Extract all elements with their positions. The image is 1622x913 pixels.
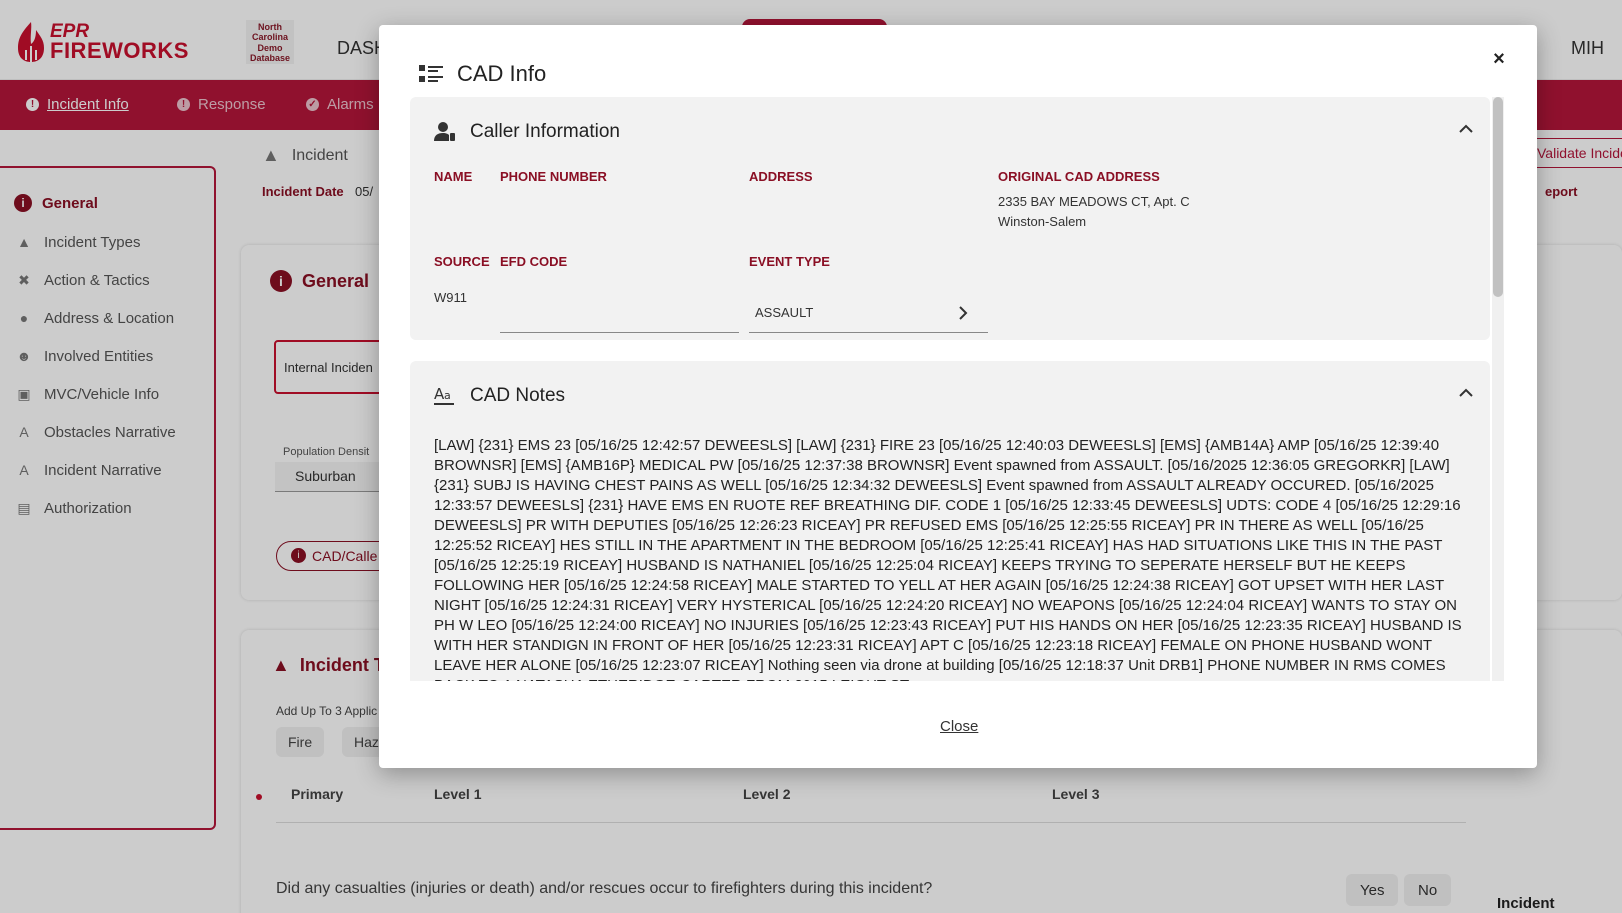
modal-scroll-area[interactable]: Caller Information NAME PHONE NUMBER ADD… [410, 97, 1490, 681]
event-type-field[interactable]: ASSAULT [749, 297, 988, 333]
person-phone-icon [434, 122, 455, 141]
chevron-up-icon[interactable] [1458, 121, 1474, 137]
address-label: ADDRESS [749, 169, 813, 184]
caller-information-title: Caller Information [470, 121, 620, 142]
cad-notes-text: [LAW] {231} EMS 23 [05/16/25 12:42:57 DE… [434, 437, 1462, 681]
list-icon [419, 65, 443, 82]
cad-notes-section: A a CAD Notes [LAW] {231} EMS 23 [05/16/… [410, 361, 1490, 681]
close-button[interactable]: Close [940, 718, 978, 735]
original-cad-address-label: ORIGINAL CAD ADDRESS [998, 169, 1160, 184]
modal-title-text: CAD Info [457, 61, 547, 86]
svg-text:a: a [444, 389, 451, 402]
text-style-icon: A a [434, 385, 454, 405]
chevron-up-icon[interactable] [1458, 385, 1474, 401]
close-icon[interactable]: × [1487, 47, 1511, 71]
cad-notes-header[interactable]: A a CAD Notes [434, 385, 565, 407]
event-type-label: EVENT TYPE [749, 254, 830, 269]
original-cad-address-line2: Winston-Salem [998, 214, 1087, 229]
modal-scrollbar[interactable] [1492, 97, 1504, 681]
event-type-value: ASSAULT [755, 305, 814, 320]
source-value: W911 [434, 290, 467, 305]
chevron-right-icon[interactable] [957, 305, 969, 321]
name-label: NAME [434, 169, 473, 184]
efd-code-label: EFD CODE [500, 254, 568, 269]
caller-information-header[interactable]: Caller Information [434, 121, 620, 143]
caller-information-section: Caller Information NAME PHONE NUMBER ADD… [410, 97, 1490, 340]
source-label: SOURCE [434, 254, 490, 269]
scrollbar-thumb[interactable] [1493, 97, 1503, 297]
cad-notes-title: CAD Notes [470, 385, 566, 406]
phone-number-label: PHONE NUMBER [500, 169, 607, 184]
efd-code-field[interactable] [500, 297, 739, 333]
cad-info-modal: CAD Info × Caller Information NAME PHONE… [379, 25, 1537, 768]
original-cad-address-line1: 2335 BAY MEADOWS CT, Apt. C [998, 194, 1190, 209]
modal-title: CAD Info [419, 61, 546, 87]
